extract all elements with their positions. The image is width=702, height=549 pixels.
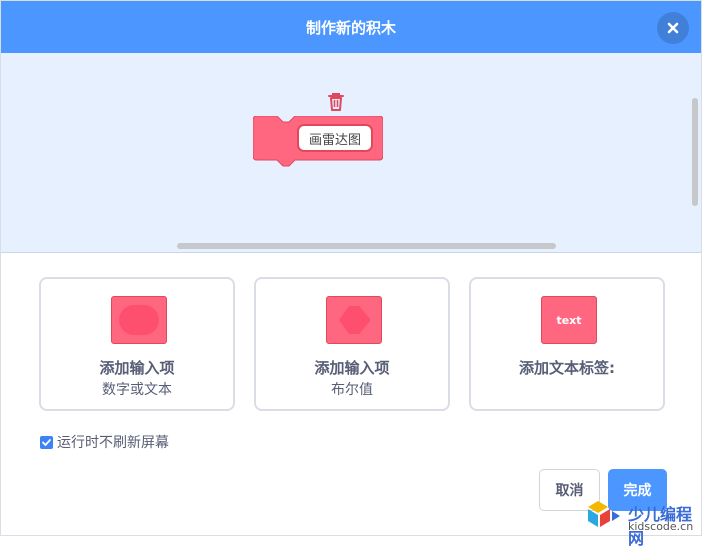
vertical-scrollbar[interactable] (692, 98, 698, 206)
option-subtitle: 布尔值 (331, 382, 373, 398)
add-number-text-input-button[interactable]: 添加输入项 数字或文本 (39, 277, 235, 411)
custom-block-preview[interactable]: 画雷达图 (252, 115, 384, 168)
trash-icon[interactable] (326, 91, 346, 113)
close-button[interactable] (657, 12, 689, 44)
input-options: 添加输入项 数字或文本 添加输入项 布尔值 text 添加文本标签: (39, 277, 667, 413)
make-block-dialog: 制作新的积木 画雷达图 添加输入项 数字或文本 添加输入项 布尔值 text 添… (0, 0, 702, 548)
option-title: 添加文本标签: (519, 359, 615, 377)
block-name-input[interactable]: 画雷达图 (297, 124, 373, 152)
number-text-input-icon (111, 296, 167, 344)
add-text-label-button[interactable]: text 添加文本标签: (469, 277, 665, 411)
checkmark-icon (42, 438, 51, 446)
option-subtitle: 数字或文本 (102, 382, 172, 398)
option-title: 添加输入项 (314, 359, 390, 377)
text-label-icon-text: text (556, 313, 582, 327)
option-title: 添加输入项 (99, 359, 175, 377)
watermark-logo (588, 501, 620, 527)
oval-slot-shape (119, 305, 159, 335)
horizontal-scrollbar[interactable] (177, 243, 556, 249)
hexagon-slot-shape (339, 306, 371, 334)
dialog-header: 制作新的积木 (1, 1, 701, 53)
watermark-url: kidscode.cn (628, 520, 694, 533)
dialog-title: 制作新的积木 (305, 18, 396, 37)
boolean-input-icon (326, 296, 382, 344)
checkbox-label: 运行时不刷新屏幕 (57, 435, 169, 451)
watermark: 少儿编程网 kidscode.cn (584, 498, 702, 548)
close-icon (667, 22, 679, 34)
run-without-refresh-checkbox[interactable] (40, 435, 53, 449)
block-preview-workspace: 画雷达图 (1, 53, 701, 253)
run-without-refresh-row[interactable]: 运行时不刷新屏幕 (40, 432, 169, 452)
add-boolean-input-button[interactable]: 添加输入项 布尔值 (254, 277, 450, 411)
text-label-icon: text (541, 296, 597, 344)
